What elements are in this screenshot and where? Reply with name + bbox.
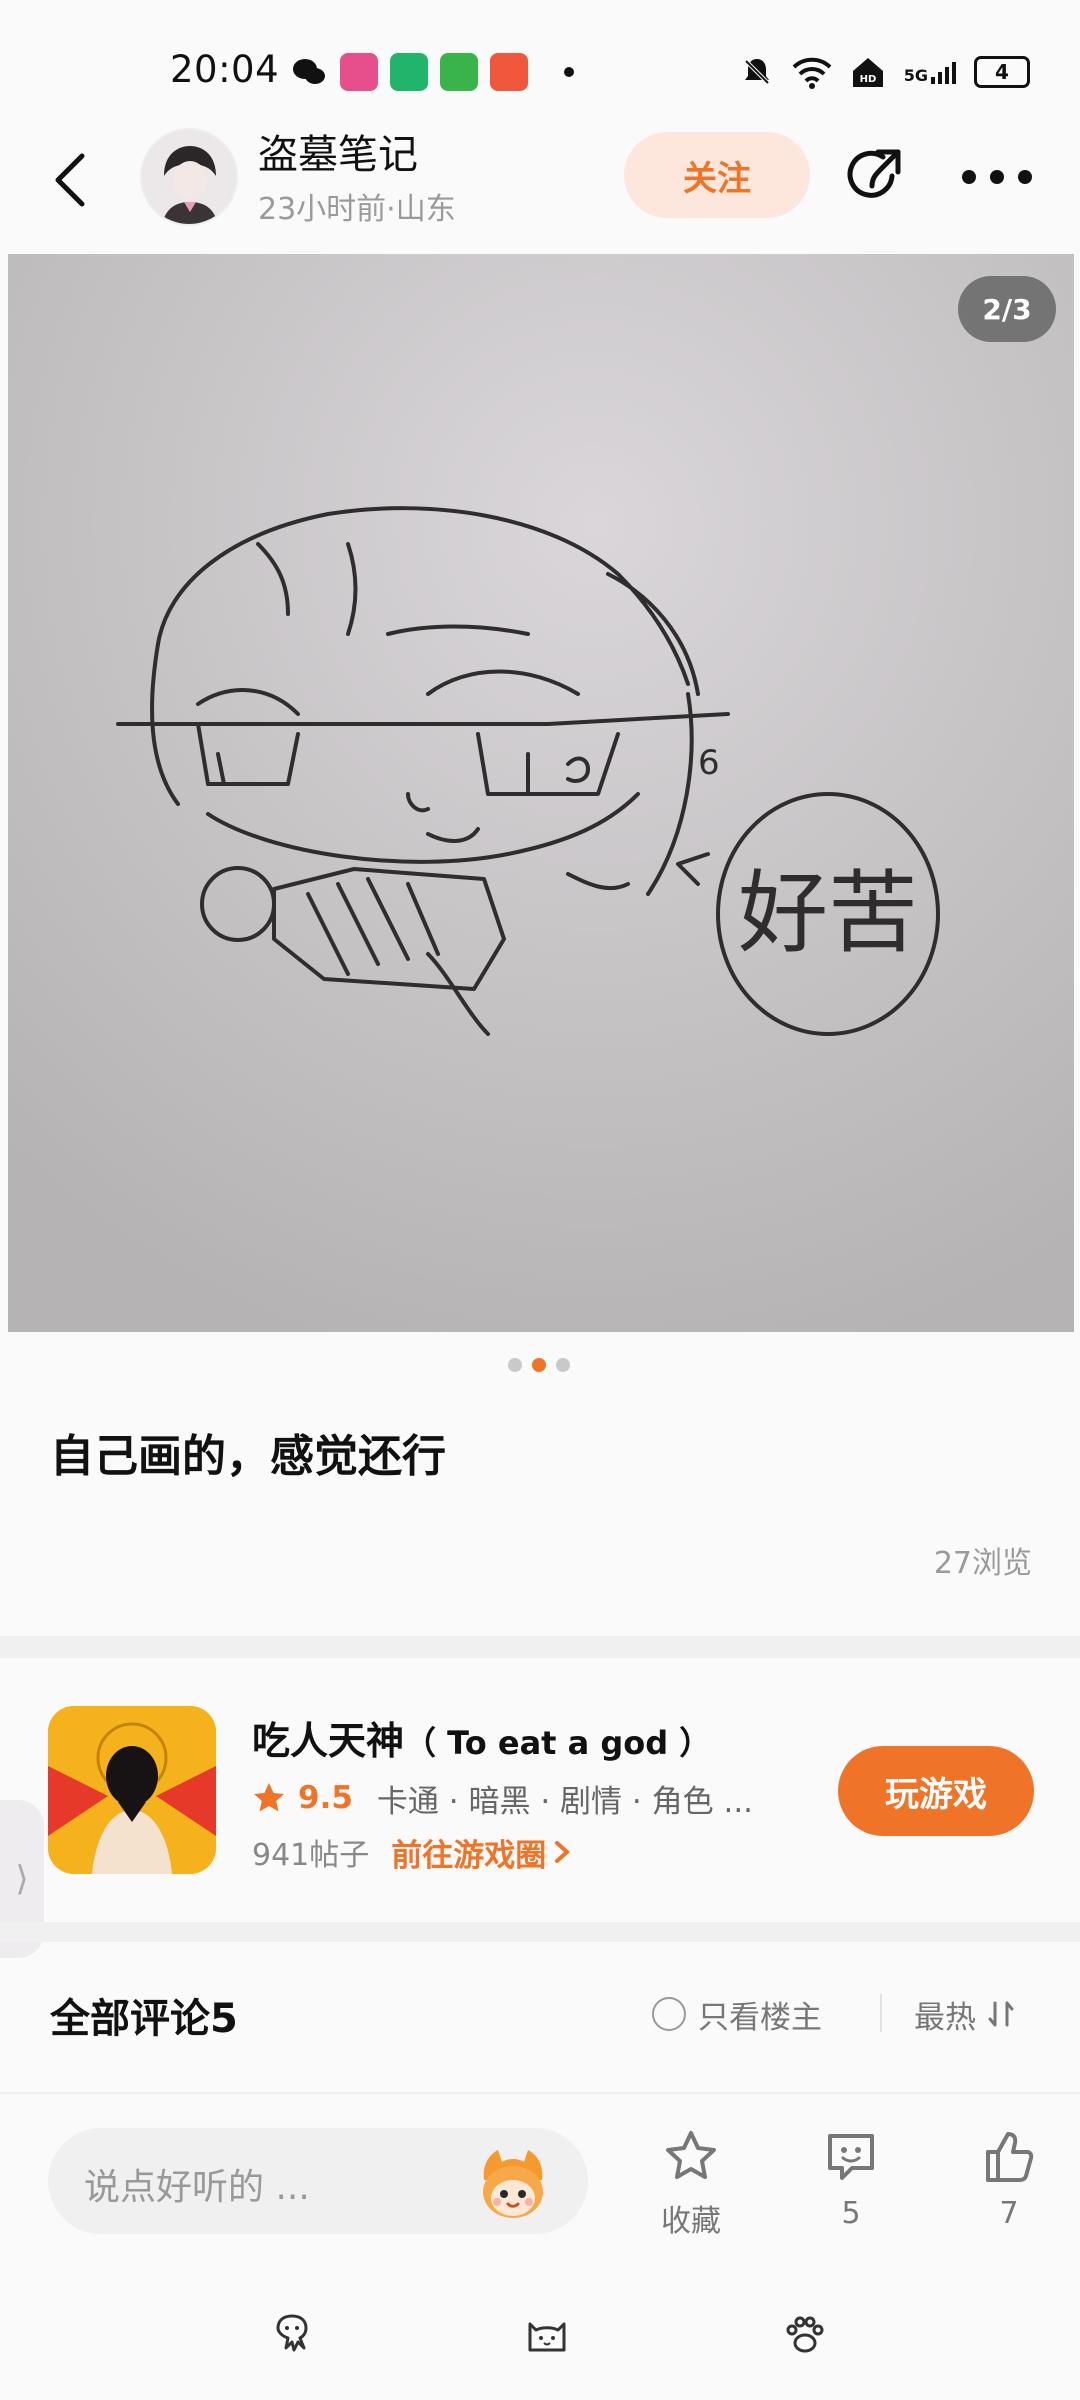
view-count: 27浏览 xyxy=(933,1546,1032,1581)
speech-bubble-text: 好苦 xyxy=(738,861,918,966)
app-notification-icon xyxy=(340,53,378,91)
squid-nav-icon[interactable] xyxy=(268,2310,318,2360)
like-count: 7 xyxy=(999,2196,1019,2231)
dot xyxy=(508,1358,522,1372)
more-icon[interactable] xyxy=(962,168,1032,186)
play-game-button[interactable]: 玩游戏 xyxy=(838,1746,1034,1836)
game-posts-row: 941帖子 前往游戏圈 xyxy=(252,1830,572,1874)
only-op-label: 只看楼主 xyxy=(698,1999,822,2036)
cat-face-nav-icon[interactable] xyxy=(522,2310,572,2360)
game-post-count: 941帖子 xyxy=(252,1838,370,1873)
chevron-right-icon xyxy=(555,1841,571,1863)
signal-indicator: 5G xyxy=(904,59,956,85)
game-tags: 卡通 · 暗黑 · 剧情 · 角色 ... xyxy=(376,1783,754,1820)
image-dots-indicator xyxy=(508,1358,570,1372)
app-notification-icon xyxy=(390,53,428,91)
notification-icons xyxy=(290,50,574,94)
star-outline-icon xyxy=(666,2131,716,2179)
star-icon xyxy=(254,1783,284,1812)
thumbs-up-icon xyxy=(986,2132,1034,2182)
paw-nav-icon[interactable] xyxy=(780,2310,830,2360)
share-icon[interactable] xyxy=(842,146,908,208)
section-divider xyxy=(0,1636,1080,1658)
comment-icon xyxy=(828,2134,874,2180)
favorite-button[interactable]: 收藏 xyxy=(636,2128,746,2240)
section-divider xyxy=(0,1922,1080,1942)
comment-count: 5 xyxy=(841,2196,861,2231)
sort-label: 最热 xyxy=(914,1999,976,2036)
game-rating: 9.5 xyxy=(298,1780,353,1816)
comment-button[interactable]: 5 xyxy=(796,2128,906,2231)
system-icons: HD 5G 4 xyxy=(740,50,1030,94)
status-time: 20:04 xyxy=(170,48,280,91)
battery-indicator: 4 xyxy=(974,56,1030,88)
image-pager: 2/3 xyxy=(958,276,1056,342)
favorite-label: 收藏 xyxy=(661,2204,721,2239)
author-avatar[interactable] xyxy=(140,128,238,226)
sort-icon xyxy=(988,2001,1014,2027)
hd-home-icon: HD xyxy=(852,58,883,87)
more-notifications-dot xyxy=(564,67,574,77)
post-title: 自己画的，感觉还行 xyxy=(50,1431,446,1482)
app-notification-icon xyxy=(440,53,478,91)
comment-input-placeholder[interactable]: 说点好听的 ... xyxy=(84,2158,310,2210)
like-button[interactable]: 7 xyxy=(954,2128,1064,2231)
radio-icon[interactable] xyxy=(652,1997,686,2031)
back-arrow-icon[interactable] xyxy=(48,150,92,210)
game-circle-link-label: 前往游戏圈 xyxy=(391,1837,547,1874)
follow-button[interactable]: 关注 xyxy=(624,132,810,218)
app-notification-icon xyxy=(490,53,528,91)
game-name[interactable]: 吃人天神（ To eat a god ） xyxy=(252,1710,711,1765)
game-name-en: （ To eat a god ） xyxy=(404,1724,712,1762)
post-meta: 23小时前·山东 xyxy=(258,192,456,227)
drawing-mark: 6 xyxy=(698,743,720,783)
game-rating-row: 9.5 卡通 · 暗黑 · 剧情 · 角色 ... xyxy=(252,1776,753,1820)
post-image[interactable]: 好苦 6 xyxy=(8,254,1074,1332)
filter-divider xyxy=(880,1994,882,2032)
mute-icon xyxy=(743,58,771,86)
game-icon[interactable] xyxy=(48,1706,216,1874)
game-name-cn: 吃人天神 xyxy=(252,1719,405,1763)
wechat-icon xyxy=(290,53,328,91)
dot xyxy=(556,1358,570,1372)
section-divider xyxy=(0,2092,1080,2094)
wifi-icon xyxy=(792,57,832,89)
mascot-emoji-icon[interactable] xyxy=(470,2140,556,2226)
svg-text:HD: HD xyxy=(859,74,876,85)
signal-icon xyxy=(931,62,956,84)
sort-toggle[interactable]: 最热 xyxy=(914,1990,1016,2038)
game-circle-link[interactable]: 前往游戏圈 xyxy=(391,1830,572,1875)
author-name[interactable]: 盗墓笔记 xyxy=(258,122,418,180)
dot-active xyxy=(532,1358,546,1372)
comments-title: 全部评论5 xyxy=(50,1996,238,2042)
only-op-filter[interactable]: 只看楼主 xyxy=(652,1990,822,2038)
network-label: 5G xyxy=(903,66,928,85)
